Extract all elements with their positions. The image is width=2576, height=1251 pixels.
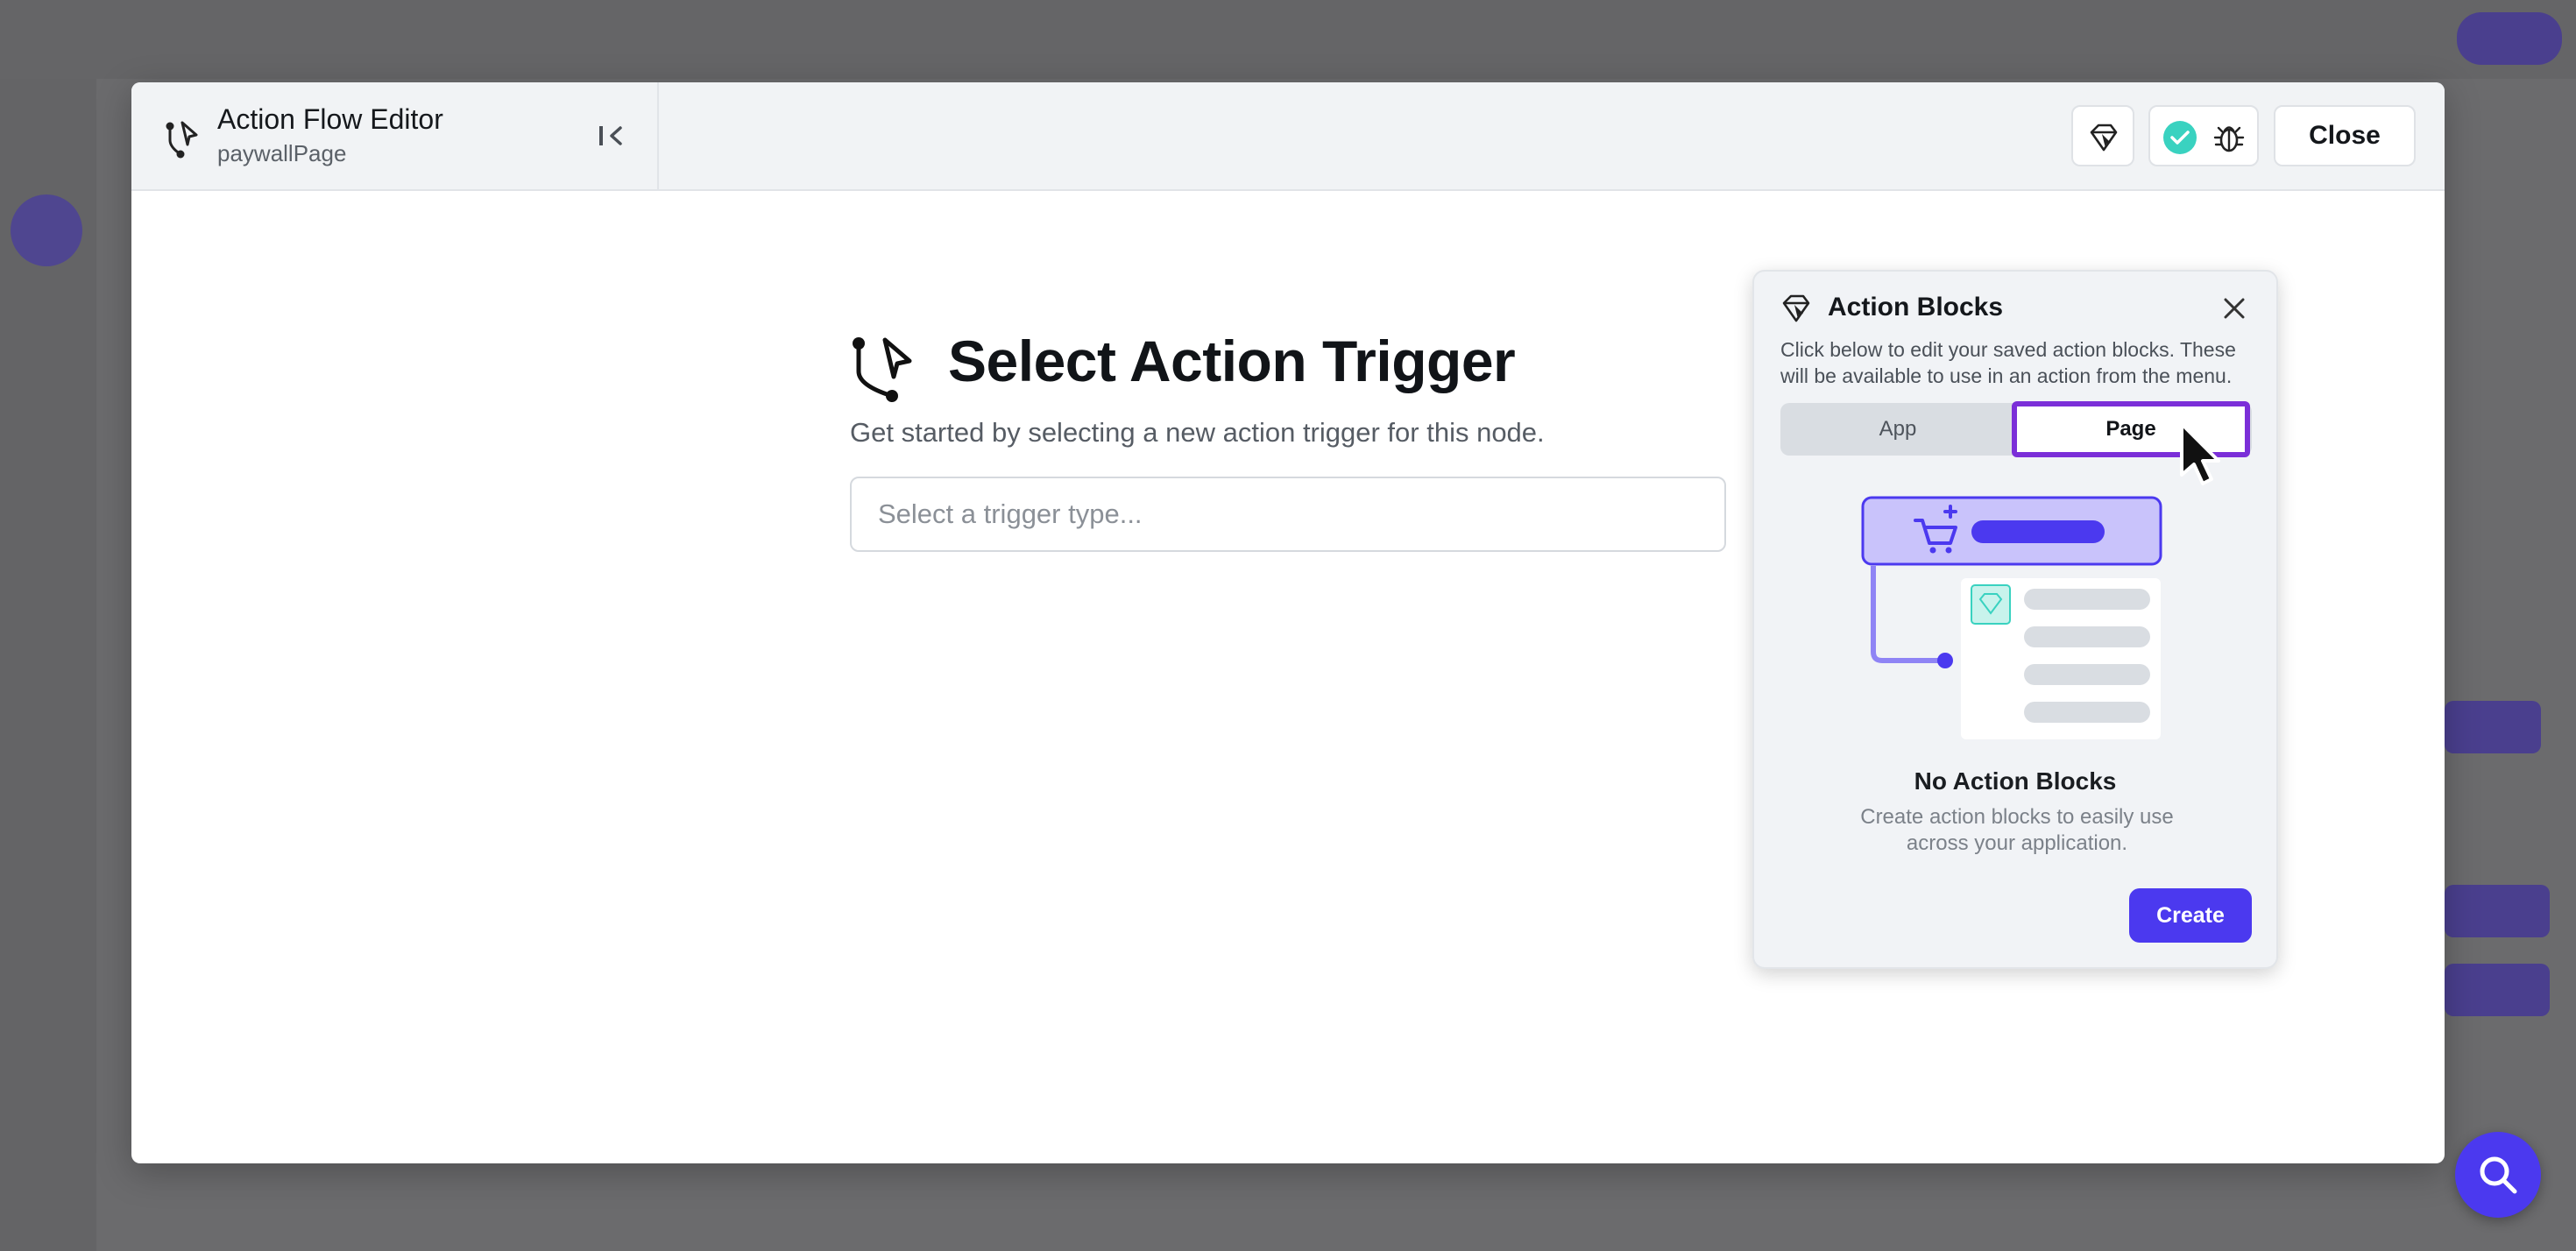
action-flow-editor-modal: Action Flow Editor paywallPage Close Sel… [131,82,2445,1163]
action-blocks-button[interactable] [2071,105,2134,166]
popover-title: Action Blocks [1828,293,2004,322]
page-title: Select Action Trigger [948,329,1516,393]
empty-state-illustration [1861,496,2162,739]
modal-header: Action Flow Editor paywallPage Close [131,82,2445,191]
empty-state-title: No Action Blocks [1914,767,2117,795]
action-flow-icon [166,121,198,159]
create-button[interactable]: Create [2129,888,2252,943]
background-top-button [2457,12,2562,65]
collapse-panel-icon[interactable] [589,114,633,158]
action-trigger-icon [853,337,912,402]
search-fab-button[interactable] [2455,1132,2541,1218]
empty-state-description: Create action blocks to easily use acros… [1860,805,2174,855]
check-circle-icon[interactable] [2162,120,2197,155]
action-blocks-icon [1782,294,1810,322]
background-sidebar-button [11,194,82,266]
modal-title: Action Flow Editor [217,103,443,135]
header-title-panel: Action Flow Editor paywallPage [131,82,659,189]
action-blocks-popover: Action Blocks Click below to edit your s… [1752,270,2278,969]
action-blocks-icon [2090,124,2118,152]
background-panel-button [2445,701,2541,753]
page-description: Get started by selecting a new action tr… [850,417,1545,448]
close-icon[interactable] [2219,293,2250,324]
mouse-cursor-icon [2180,422,2220,485]
status-debug-group [2148,105,2259,166]
close-button[interactable]: Close [2274,105,2416,166]
background-panel-button [2445,964,2550,1016]
bug-icon[interactable] [2212,120,2247,155]
modal-subtitle: paywallPage [217,140,347,166]
popover-description: Click below to edit your saved action bl… [1780,338,2236,387]
background-topbar [0,0,2576,79]
background-panel-button [2445,885,2550,937]
trigger-type-select[interactable] [850,477,1726,552]
tab-app[interactable]: App [1780,403,2015,456]
search-icon [2480,1156,2517,1194]
